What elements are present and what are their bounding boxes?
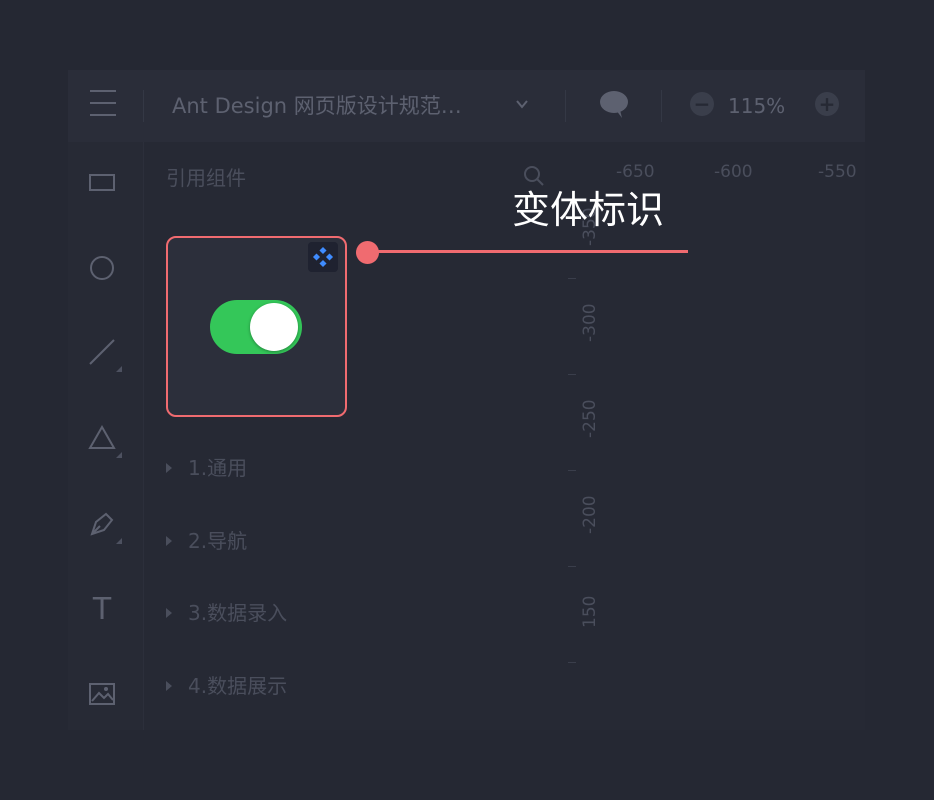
category-label: 2.导航 [188,529,248,553]
ruler-label: -650 [616,162,655,182]
search-icon[interactable] [522,164,546,188]
divider [565,90,566,122]
caret-right-icon [166,680,172,691]
image-icon [89,683,115,705]
zoom-level[interactable]: 115% [728,90,785,122]
line-icon [89,339,115,365]
ruler-label: 150 [580,595,600,628]
triangle-icon [88,424,116,449]
panel-title: 引用组件 [166,166,246,190]
category-item[interactable]: 1.通用 [166,453,247,483]
ruler-tick [568,278,576,279]
category-item[interactable]: 2.导航 [166,526,247,556]
ruler-tick [568,662,576,663]
category-label: 1.通用 [188,456,248,480]
caret-right-icon [166,607,172,618]
top-bar: Ant Design 网页版设计规范… − 115% + [68,70,865,142]
divider [661,90,662,122]
text-icon: T [92,592,112,624]
horizontal-ruler: -650 -600 -550 [564,142,865,188]
caret-right-icon [166,535,172,546]
ruler-tick [568,470,576,471]
zoom-in-button[interactable]: + [815,92,839,116]
submenu-indicator [116,538,122,544]
ruler-label: -550 [818,162,857,182]
svg-text:T: T [92,592,112,624]
category-item[interactable]: 3.数据录入 [166,598,287,628]
ruler-label: -300 [580,303,600,342]
ruler-label: -600 [714,162,753,182]
components-panel: 引用组件 1.通用 2.导航 3.数据录入 4.数据展示 [144,142,564,730]
ruler-tick [568,374,576,375]
design-app-window: Ant Design 网页版设计规范… − 115% + T 引用组件 1.通用… [68,70,865,730]
text-tool[interactable]: T [86,592,118,624]
vertical-ruler: -350 -300 -250 -200 150 [564,188,610,730]
chevron-down-icon[interactable] [515,97,529,111]
variant-icon [308,242,338,272]
tool-sidebar: T [68,142,144,730]
toggle-knob [250,303,298,351]
image-tool[interactable] [86,678,118,710]
hamburger-menu-icon[interactable] [90,90,116,116]
circle-icon [90,256,114,280]
callout-line [368,250,688,253]
ellipse-tool[interactable] [86,252,118,284]
document-title[interactable]: Ant Design 网页版设计规范… [172,90,462,122]
category-label: 3.数据录入 [188,601,288,625]
polygon-tool[interactable] [86,422,122,458]
rectangle-icon [89,174,115,191]
ruler-tick [568,566,576,567]
pen-tool[interactable] [86,508,122,544]
submenu-indicator [116,366,122,372]
category-item[interactable]: 4.数据展示 [166,671,287,701]
callout-dot [356,241,379,264]
pen-icon [90,512,114,536]
rectangle-tool[interactable] [86,166,118,198]
switch-component-card[interactable] [166,236,347,417]
caret-right-icon [166,462,172,473]
toggle-switch[interactable] [210,300,302,354]
line-tool[interactable] [86,336,122,372]
divider [143,90,144,122]
ruler-label: -250 [580,399,600,438]
submenu-indicator [116,452,122,458]
comment-icon[interactable] [598,88,630,120]
callout-label: 变体标识 [512,188,665,232]
zoom-out-button[interactable]: − [690,92,714,116]
ruler-label: -200 [580,495,600,534]
category-label: 4.数据展示 [188,674,288,698]
